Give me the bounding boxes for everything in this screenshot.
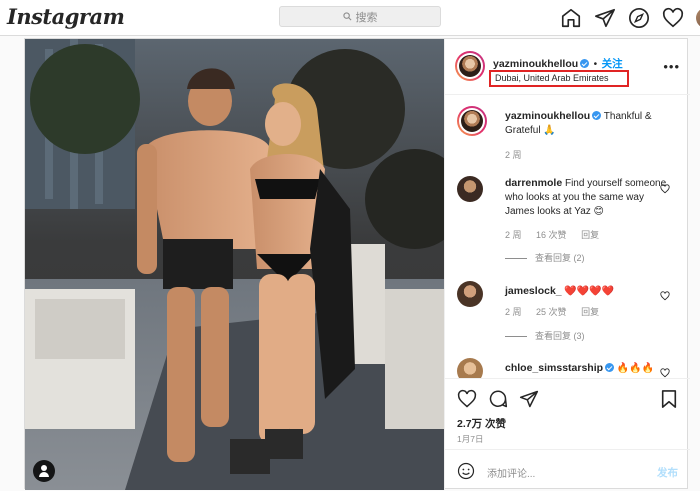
comments-list[interactable]: yazminoukhellou Thankful & Grateful 🙏 2 … [445, 96, 690, 378]
comment-body: 🔥🔥🔥 [616, 363, 655, 374]
activity-heart-icon[interactable] [662, 7, 686, 29]
author-avatar[interactable] [455, 51, 485, 81]
author-username[interactable]: yazminoukhellou [493, 58, 578, 70]
reply-button[interactable]: 回复 [581, 307, 599, 317]
view-replies-button[interactable]: 查看回复 (2) [505, 251, 585, 265]
comment-item: jameslock_ ❤️❤️❤️❤️ 2 周 25 次赞 回复 查看回复 (3… [457, 281, 682, 366]
caption-item: yazminoukhellou Thankful & Grateful 🙏 2 … [457, 106, 682, 166]
tagged-users-icon[interactable] [33, 460, 55, 482]
top-nav-bar: Instagram 搜索 [0, 0, 700, 36]
post-side-panel: yazminoukhellou • 关注 Dubai, United Arab … [444, 39, 690, 490]
follow-button[interactable]: 关注 [602, 58, 623, 70]
comment-text: darrenmole Find yourself someone who loo… [505, 176, 670, 219]
verified-badge-icon [592, 111, 602, 120]
like-comment-icon[interactable] [660, 368, 670, 378]
nav-icons [560, 7, 700, 29]
instagram-logo[interactable]: Instagram [7, 4, 125, 29]
add-comment-bar: 添加评论... 发布 [445, 449, 690, 491]
comment-meta: 2 周 16 次赞 回复 [505, 228, 611, 242]
commenter-username[interactable]: darrenmole [505, 177, 562, 189]
caption-avatar[interactable] [457, 106, 487, 136]
likes-count[interactable]: 2.7万 次赞 [457, 416, 506, 431]
separator-dot: • [593, 59, 598, 70]
comment-age: 2 周 [505, 307, 522, 317]
comment-text: jameslock_ ❤️❤️❤️❤️ [505, 284, 670, 299]
caption-username[interactable]: yazminoukhellou [505, 110, 590, 122]
comment-likes[interactable]: 25 次赞 [536, 307, 567, 317]
post-image [25, 39, 444, 490]
search-icon [342, 12, 351, 21]
post-date: 1月7日 [457, 434, 484, 444]
home-icon[interactable] [560, 7, 584, 29]
post-actions: 2.7万 次赞 1月7日 添加评论... 发布 [445, 378, 690, 490]
commenter-avatar[interactable] [457, 281, 483, 307]
comment-body: ❤️❤️❤️❤️ [564, 286, 615, 297]
emoji-icon[interactable] [457, 462, 475, 480]
explore-icon[interactable] [628, 7, 652, 29]
caption-age: 2 周 [505, 150, 522, 160]
direct-message-icon[interactable] [594, 7, 618, 29]
share-icon[interactable] [519, 389, 539, 409]
like-comment-icon[interactable] [660, 291, 670, 301]
like-icon[interactable] [457, 389, 477, 409]
post-modal: yazminoukhellou • 关注 Dubai, United Arab … [24, 38, 690, 490]
view-replies-button[interactable]: 查看回复 (3) [505, 329, 585, 343]
bookmark-icon[interactable] [660, 389, 678, 409]
comment-item: chloe_simsstarship 🔥🔥🔥 [457, 358, 682, 378]
comment-icon[interactable] [488, 389, 508, 409]
location-link[interactable]: Dubai, United Arab Emirates [489, 70, 629, 87]
post-photo[interactable] [25, 39, 444, 490]
comment-meta: 2 周 25 次赞 回复 [505, 305, 611, 319]
search-input[interactable]: 搜索 [279, 6, 441, 27]
commenter-avatar[interactable] [457, 358, 483, 378]
caption-text: yazminoukhellou Thankful & Grateful 🙏 [505, 109, 670, 138]
commenter-avatar[interactable] [457, 176, 483, 202]
add-comment-input[interactable]: 添加评论... [487, 465, 535, 480]
comment-text: chloe_simsstarship 🔥🔥🔥 [505, 361, 670, 376]
commenter-username[interactable]: chloe_simsstarship [505, 362, 603, 374]
post-header: yazminoukhellou • 关注 Dubai, United Arab … [445, 39, 690, 95]
comment-age: 2 周 [505, 230, 522, 240]
reply-button[interactable]: 回复 [581, 230, 599, 240]
verified-badge-icon [580, 59, 590, 68]
comment-likes[interactable]: 16 次赞 [536, 230, 567, 240]
commenter-username[interactable]: jameslock_ [505, 285, 562, 297]
search-placeholder: 搜索 [355, 11, 378, 24]
profile-avatar-icon[interactable] [696, 7, 700, 29]
comment-item: darrenmole Find yourself someone who loo… [457, 176, 682, 276]
action-icons [457, 389, 550, 409]
verified-badge-icon [605, 363, 615, 372]
post-comment-button[interactable]: 发布 [657, 465, 678, 480]
like-comment-icon[interactable] [660, 184, 670, 194]
more-options-icon[interactable]: ••• [663, 59, 680, 74]
